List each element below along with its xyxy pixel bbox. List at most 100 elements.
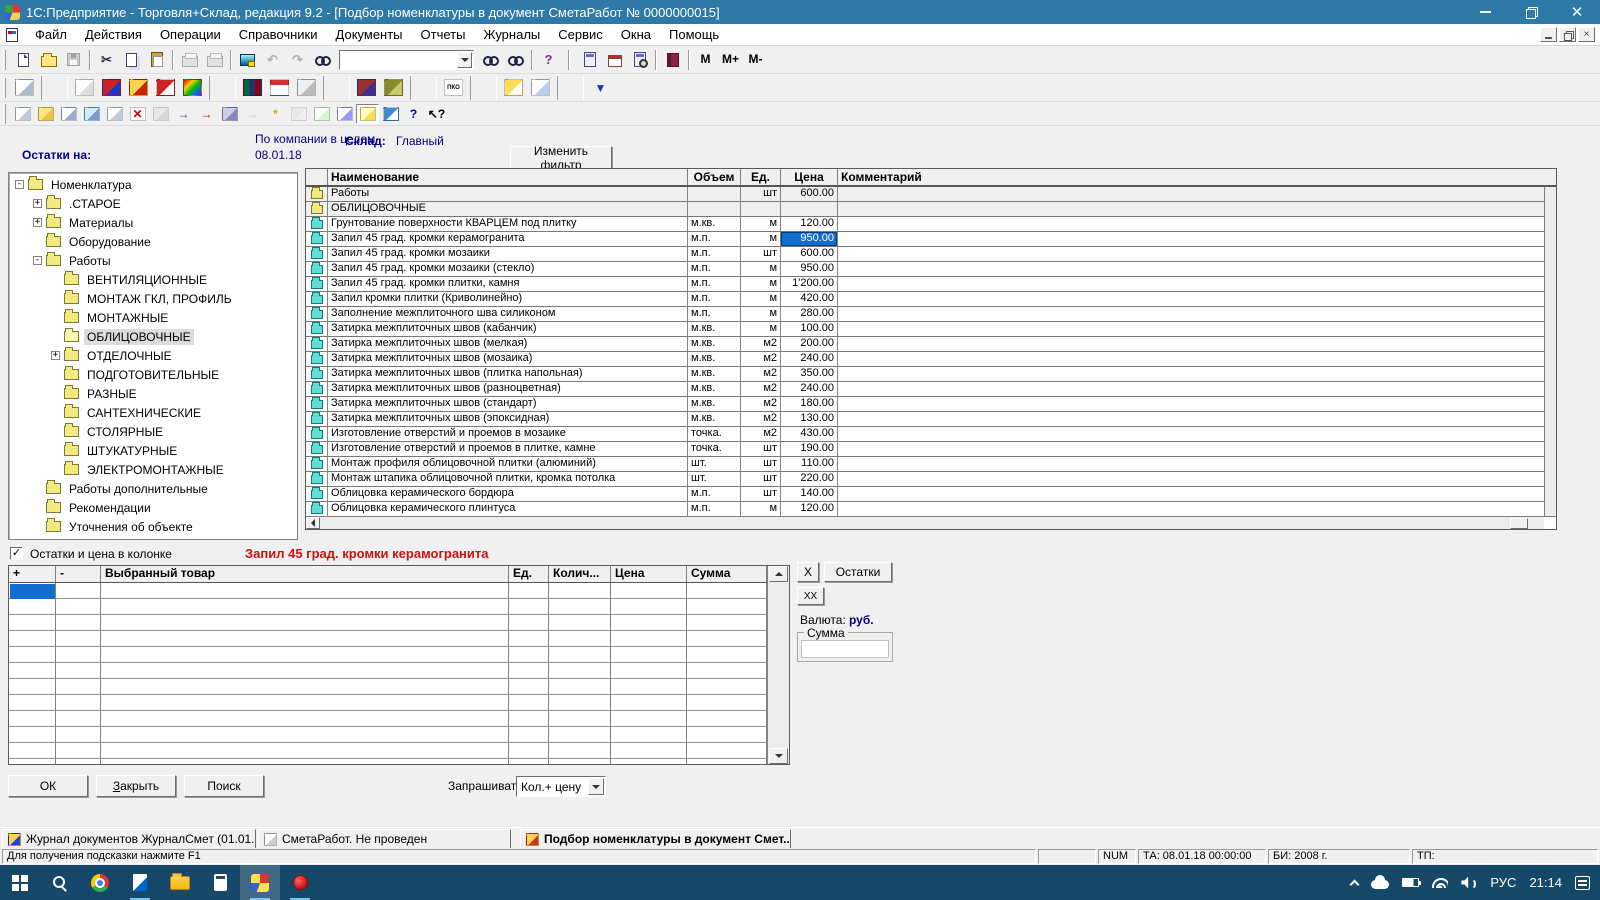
table-row[interactable]: Запил 45 град. кромки мозаики (стекло) м… bbox=[306, 262, 1556, 277]
close-dialog-button[interactable]: Закрыть bbox=[96, 775, 176, 797]
report-table-icon[interactable] bbox=[11, 76, 38, 100]
copy-button[interactable] bbox=[119, 48, 144, 72]
menu-windows[interactable]: Окна bbox=[612, 25, 660, 44]
chrome-icon[interactable] bbox=[80, 865, 120, 900]
tab-podbor-nomenklatury[interactable]: Подбор номенклатуры в документ Смет... bbox=[520, 829, 791, 849]
clock[interactable]: 21:14 bbox=[1529, 875, 1562, 890]
scroll-down-button[interactable] bbox=[769, 748, 788, 764]
list-doc-icon[interactable] bbox=[527, 76, 554, 100]
import-arrow-icon[interactable]: ▼ bbox=[587, 76, 614, 100]
price-table-icon[interactable] bbox=[266, 76, 293, 100]
table-row[interactable]: Затирка межплиточных швов (стандарт) м.к… bbox=[306, 397, 1556, 412]
delete-row-icon[interactable]: ✕ bbox=[126, 104, 149, 124]
table-row[interactable]: Монтаж профиля облицовочной плитки (алюм… bbox=[306, 457, 1556, 472]
table-row[interactable]: Затирка межплиточных швов (мелкая) м.кв.… bbox=[306, 337, 1556, 352]
table-row[interactable]: Затирка межплиточных швов (плитка наполь… bbox=[306, 367, 1556, 382]
vertical-scrollbar[interactable] bbox=[1544, 187, 1556, 516]
warehouse-folder-icon[interactable] bbox=[380, 76, 407, 100]
tree-item[interactable]: МОНТАЖ ГКЛ, ПРОФИЛЬ bbox=[9, 289, 297, 308]
minimize-button[interactable] bbox=[1462, 0, 1508, 24]
table-row[interactable]: Запил 45 град. кромки мозаики м.п. шт 60… bbox=[306, 247, 1556, 262]
close-button[interactable]: ✕ bbox=[1554, 0, 1600, 24]
find-previous-button[interactable] bbox=[503, 48, 528, 72]
print-button[interactable] bbox=[177, 48, 202, 72]
menu-actions[interactable]: Действия bbox=[76, 25, 151, 44]
column-header[interactable]: - bbox=[56, 566, 101, 582]
tree-expander[interactable]: + bbox=[33, 218, 42, 227]
menu-reports[interactable]: Отчеты bbox=[412, 25, 475, 44]
combo-dropdown-button[interactable] bbox=[457, 52, 472, 68]
tree-item[interactable]: ШТУКАТУРНЫЕ bbox=[9, 441, 297, 460]
paste-button[interactable] bbox=[144, 48, 169, 72]
snipping-app-icon[interactable] bbox=[120, 865, 160, 900]
tree-item[interactable]: ВЕНТИЛЯЦИОННЫЕ bbox=[9, 270, 297, 289]
find-button[interactable] bbox=[310, 48, 335, 72]
unit-column-header[interactable]: Ед. bbox=[741, 169, 781, 185]
table-row[interactable]: Затирка межплиточных швов (мозаика) м.кв… bbox=[306, 352, 1556, 367]
battery-icon[interactable] bbox=[1402, 878, 1419, 887]
write-doc-icon[interactable] bbox=[125, 76, 152, 100]
tree-expander[interactable]: - bbox=[33, 256, 42, 265]
separator[interactable] bbox=[531, 50, 533, 70]
table-row[interactable]: Затирка межплиточных швов (эпоксидная) м… bbox=[306, 412, 1556, 427]
books-icon[interactable] bbox=[239, 76, 266, 100]
cash-register-icon[interactable] bbox=[152, 76, 179, 100]
help-button[interactable]: ? bbox=[536, 48, 561, 72]
tree-item[interactable]: СТОЛЯРНЫЕ bbox=[9, 422, 297, 441]
calendar-button[interactable] bbox=[602, 48, 627, 72]
search-button[interactable]: Поиск bbox=[184, 775, 264, 797]
price-in-column-checkbox[interactable]: ✓ bbox=[10, 547, 23, 560]
guide-book-button[interactable] bbox=[660, 48, 685, 72]
tree-item[interactable]: ПОДГОТОВИТЕЛЬНЫЕ bbox=[9, 365, 297, 384]
child-window-icon[interactable] bbox=[6, 28, 18, 42]
mdi-close-button[interactable]: × bbox=[1578, 27, 1595, 42]
undo-button[interactable]: ↶ bbox=[260, 48, 285, 72]
separator[interactable] bbox=[41, 76, 68, 100]
tree-item[interactable]: Уточнения об объекте bbox=[9, 517, 297, 536]
print-preview-button[interactable] bbox=[202, 48, 227, 72]
table-row[interactable]: Облицовка керамического плинтуса м.п. м … bbox=[306, 502, 1556, 517]
find-next-button[interactable] bbox=[478, 48, 503, 72]
horizontal-scrollbar[interactable] bbox=[306, 516, 1544, 529]
new-group-icon[interactable] bbox=[34, 104, 57, 124]
table-row[interactable]: Грунтование поверхности КВАРЦЕМ под плит… bbox=[306, 217, 1556, 232]
table-row[interactable]: Затирка межплиточных швов (разноцветная)… bbox=[306, 382, 1556, 397]
tree-expander[interactable]: + bbox=[51, 351, 60, 360]
wifi-icon[interactable] bbox=[1432, 877, 1448, 888]
table-row[interactable]: Монтаж штапика облицовочной плитки, кром… bbox=[306, 472, 1556, 487]
scroll-up-button[interactable] bbox=[769, 566, 788, 582]
new-document-button[interactable] bbox=[11, 48, 36, 72]
1c-app-icon[interactable] bbox=[240, 865, 280, 900]
name-column-header[interactable]: Наименование bbox=[328, 169, 688, 185]
table-row[interactable]: Изготовление отверстий и проемов в мозаи… bbox=[306, 427, 1556, 442]
chevron-up-icon[interactable] bbox=[1350, 879, 1360, 889]
separator[interactable] bbox=[230, 50, 232, 70]
view-row-icon[interactable] bbox=[80, 104, 103, 124]
mdi-minimize-button[interactable] bbox=[1540, 27, 1557, 42]
tree-item[interactable]: ЭЛЕКТРОМОНТАЖНЫЕ bbox=[9, 460, 297, 479]
ostatki-button[interactable]: Остатки bbox=[824, 562, 892, 582]
partners-icon[interactable] bbox=[353, 76, 380, 100]
menu-journals[interactable]: Журналы bbox=[474, 25, 549, 44]
counterparties-icon[interactable] bbox=[98, 76, 125, 100]
tree-item[interactable]: САНТЕХНИЧЕСКИЕ bbox=[9, 403, 297, 422]
wizard-icon[interactable]: * bbox=[264, 104, 287, 124]
table-row[interactable]: ОБЛИЦОВОЧНЫЕ bbox=[306, 202, 1556, 217]
table-row[interactable]: Изготовление отверстий и проемов в плитк… bbox=[306, 442, 1556, 457]
tree-item[interactable]: Работы дополнительные bbox=[9, 479, 297, 498]
column-header[interactable]: Выбранный товар bbox=[101, 566, 509, 582]
memory-subtract-button[interactable]: М- bbox=[743, 48, 768, 72]
icon-column-header[interactable] bbox=[306, 169, 328, 185]
separator[interactable] bbox=[172, 50, 174, 70]
start-button[interactable] bbox=[0, 865, 40, 900]
move-in-icon[interactable]: → bbox=[172, 104, 195, 124]
copy-pages-icon[interactable] bbox=[287, 104, 310, 124]
save-button[interactable] bbox=[61, 48, 86, 72]
menu-references[interactable]: Справочники bbox=[230, 25, 327, 44]
search-button[interactable] bbox=[40, 865, 80, 900]
new-row-icon[interactable] bbox=[11, 104, 34, 124]
comment-column-header[interactable]: Комментарий bbox=[838, 169, 1556, 185]
help-icon[interactable]: ? bbox=[402, 104, 425, 124]
tree-item[interactable]: + .СТАРОЕ bbox=[9, 194, 297, 213]
table-row[interactable]: Запил 45 град. кромки керамогранита м.п.… bbox=[306, 232, 1556, 247]
